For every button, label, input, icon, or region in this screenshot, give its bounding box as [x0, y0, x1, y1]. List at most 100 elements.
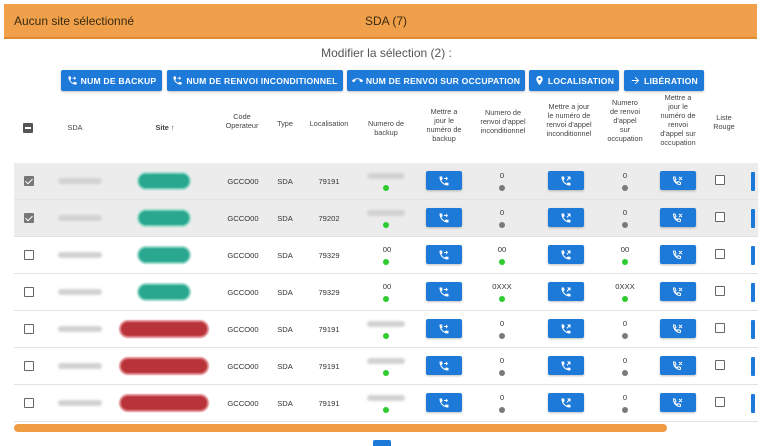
update-backup-button[interactable]: [426, 282, 462, 301]
row-action-button-clipped[interactable]: [751, 357, 755, 376]
column-site[interactable]: Site ↑: [145, 123, 185, 132]
phone-forward-icon: [561, 176, 571, 185]
unconditional-forward-button[interactable]: NUM DE RENVOI INCONDITIONNEL: [167, 70, 343, 91]
update-backup-button[interactable]: [426, 245, 462, 264]
row-action-button-clipped[interactable]: [751, 283, 755, 302]
row-action-button-clipped[interactable]: [751, 394, 755, 413]
code-operateur-cell: GCCO00: [227, 214, 259, 223]
liste-rouge-checkbox[interactable]: [715, 397, 725, 407]
code-operateur-cell: GCCO00: [227, 177, 259, 186]
column-liste-rouge[interactable]: Liste Rouge: [707, 113, 741, 131]
backup-number-redacted: [367, 173, 405, 179]
liste-rouge-checkbox[interactable]: [715, 175, 725, 185]
column-localisation[interactable]: Localisation: [306, 119, 352, 128]
table-row[interactable]: GCCO00 SDA 79191 0 0: [14, 348, 758, 385]
column-renvoi-occupation[interactable]: Numero de renvoi d'appel sur occupation: [603, 98, 647, 143]
backup-number-button-label: NUM DE BACKUP: [80, 75, 157, 86]
renvoi-occup-cell: 0XXX: [615, 282, 635, 291]
table-row[interactable]: GCCO00 SDA 79329 00 0XXX 0XXX: [14, 274, 758, 311]
phone-hangup-icon: [351, 78, 363, 83]
table-row[interactable]: GCCO00 SDA 79202 0 0: [14, 200, 758, 237]
update-renvoi-occup-button[interactable]: [660, 393, 696, 412]
update-backup-button[interactable]: [426, 208, 462, 227]
update-renvoi-incond-button[interactable]: [548, 356, 584, 375]
row-action-button-clipped[interactable]: [751, 172, 755, 191]
row-checkbox[interactable]: [24, 213, 34, 223]
busy-forward-button[interactable]: NUM DE RENVOI SUR OCCUPATION: [347, 70, 525, 91]
localisation-button[interactable]: LOCALISATION: [529, 70, 619, 91]
phone-hangup-icon: [673, 324, 683, 333]
liste-rouge-checkbox[interactable]: [715, 286, 725, 296]
site-badge: [121, 396, 207, 410]
liste-rouge-checkbox[interactable]: [715, 249, 725, 259]
update-renvoi-occup-button[interactable]: [660, 319, 696, 338]
code-operateur-cell: GCCO00: [227, 325, 259, 334]
liste-rouge-checkbox[interactable]: [715, 360, 725, 370]
column-sda[interactable]: SDA: [60, 123, 90, 132]
backup-status-dot: [383, 185, 389, 191]
update-renvoi-incond-button[interactable]: [548, 171, 584, 190]
backup-status-dot: [383, 407, 389, 413]
row-checkbox[interactable]: [24, 176, 34, 186]
update-backup-button[interactable]: [426, 393, 462, 412]
site-badge: [139, 285, 189, 299]
sda-number-redacted: [58, 215, 102, 221]
row-action-button-clipped[interactable]: [751, 320, 755, 339]
column-numero-backup[interactable]: Numero de backup: [363, 119, 409, 137]
header-line: numéro de: [426, 125, 462, 134]
site-badge: [139, 174, 189, 188]
row-checkbox[interactable]: [24, 324, 34, 334]
update-backup-button[interactable]: [426, 171, 462, 190]
update-renvoi-incond-button[interactable]: [548, 208, 584, 227]
update-renvoi-occup-button[interactable]: [660, 245, 696, 264]
backup-number-redacted: [367, 321, 405, 327]
update-renvoi-occup-button[interactable]: [660, 171, 696, 190]
code-operateur-cell: GCCO00: [227, 288, 259, 297]
sort-arrow-icon: ↑: [170, 123, 175, 132]
update-renvoi-incond-button[interactable]: [548, 282, 584, 301]
localisation-cell: 79191: [318, 399, 340, 408]
update-renvoi-incond-button[interactable]: [548, 319, 584, 338]
row-checkbox[interactable]: [24, 250, 34, 260]
select-all-checkbox[interactable]: [23, 123, 33, 133]
row-checkbox[interactable]: [24, 287, 34, 297]
row-checkbox[interactable]: [24, 361, 34, 371]
update-renvoi-occup-button[interactable]: [660, 208, 696, 227]
row-action-button-clipped[interactable]: [751, 246, 755, 265]
localisation-cell: 79329: [318, 251, 340, 260]
row-checkbox[interactable]: [24, 398, 34, 408]
pagination-current-page[interactable]: [373, 440, 391, 446]
busy-forward-button-label: NUM DE RENVOI SUR OCCUPATION: [365, 75, 521, 86]
update-renvoi-occup-button[interactable]: [660, 282, 696, 301]
table-header: SDA Site ↑ Code Operateur Type Localisati…: [0, 93, 773, 161]
phone-forward-icon: [439, 287, 449, 296]
top-bar: Aucun site sélectionné SDA (7): [4, 4, 757, 39]
renvoi-incond-status-dot: [499, 407, 505, 413]
table-row[interactable]: GCCO00 SDA 79191 0 0: [14, 311, 758, 348]
table-row[interactable]: GCCO00 SDA 79329 00 00 00: [14, 237, 758, 274]
sda-number-redacted: [58, 178, 102, 184]
table-row[interactable]: GCCO00 SDA 79191 0 0: [14, 385, 758, 422]
column-type[interactable]: Type: [271, 119, 299, 128]
backup-number-button[interactable]: NUM DE BACKUP: [61, 70, 162, 91]
renvoi-incond-status-dot: [499, 296, 505, 302]
liberation-button[interactable]: LIBÉRATION: [624, 70, 704, 91]
backup-status-dot: [383, 333, 389, 339]
update-renvoi-occup-button[interactable]: [660, 356, 696, 375]
liste-rouge-checkbox[interactable]: [715, 212, 725, 222]
renvoi-incond-cell: 0: [499, 208, 505, 217]
column-renvoi-inconditionnel[interactable]: Numero de renvoi d'appel inconditionnel: [472, 108, 534, 135]
column-site-label: Site: [155, 123, 169, 132]
update-backup-button[interactable]: [426, 356, 462, 375]
liste-rouge-checkbox[interactable]: [715, 323, 725, 333]
update-renvoi-incond-button[interactable]: [548, 245, 584, 264]
update-backup-button[interactable]: [426, 319, 462, 338]
localisation-button-label: LOCALISATION: [547, 75, 615, 86]
row-action-button-clipped[interactable]: [751, 209, 755, 228]
localisation-cell: 79202: [318, 214, 340, 223]
horizontal-scrollbar[interactable]: [14, 424, 667, 432]
column-code-operateur[interactable]: Code Operateur: [223, 112, 261, 130]
column-update-renvoi-inconditionnel: Mettre a jour le numéro de renvoi d'appel i…: [538, 102, 600, 138]
update-renvoi-incond-button[interactable]: [548, 393, 584, 412]
table-row[interactable]: GCCO00 SDA 79191 0 0: [14, 163, 758, 200]
